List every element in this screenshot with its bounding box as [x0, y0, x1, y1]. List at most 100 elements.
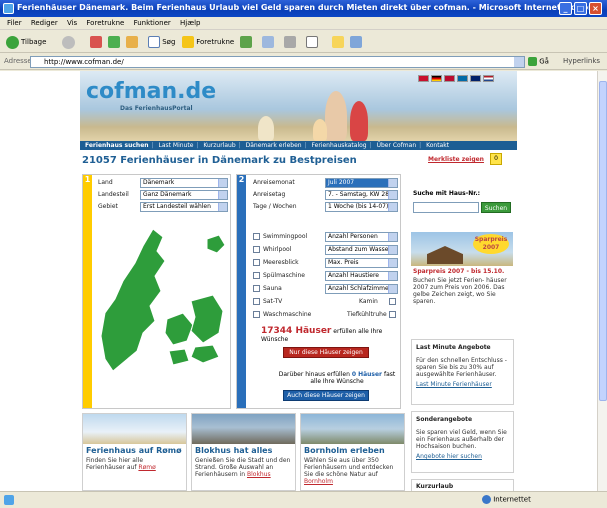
teaser-bornholm-link[interactable]: Bornholm: [304, 478, 333, 485]
mail-button[interactable]: [262, 34, 274, 50]
anreisetag-select[interactable]: 7. - Samstag, KW 28: [325, 190, 398, 200]
print-button[interactable]: [284, 34, 296, 50]
teaser-blokhus[interactable]: Blokhus hat alles Genießen Sie die Stadt…: [191, 413, 296, 491]
tage-wochen-select[interactable]: 1 Woche (bis 14-07): [325, 202, 398, 212]
sat-tv-label: Sat-TV: [263, 298, 283, 305]
teaser-bornholm[interactable]: Bornholm erleben Wählen Sie aus über 350…: [300, 413, 405, 491]
cofman-page: cofman.de Das FerienhausPortal Ferienhau…: [80, 71, 517, 491]
nav-kontakt[interactable]: Kontakt: [426, 142, 449, 149]
refresh-icon: [108, 36, 120, 48]
swimmingpool-checkbox[interactable]: [253, 233, 260, 240]
menu-vis[interactable]: Vis: [67, 17, 77, 30]
search-label: Søg: [162, 38, 176, 46]
site-logo[interactable]: cofman.de: [86, 79, 216, 104]
lastminute-link[interactable]: Last Minute Ferienhäuser: [416, 381, 509, 388]
sonderangebote-link[interactable]: Angebote hier suchen: [416, 453, 509, 460]
haus-nr-input[interactable]: [413, 202, 479, 213]
flag-nl-icon[interactable]: [483, 75, 494, 82]
flag-uk-icon[interactable]: [470, 75, 481, 82]
address-input[interactable]: http://www.cofman.de/: [30, 56, 525, 68]
stop-button[interactable]: [90, 34, 102, 50]
nav-ferienhauskatalog[interactable]: Ferienhauskatalog: [312, 142, 367, 149]
flag-dk-icon[interactable]: [418, 75, 429, 82]
site-logo-subtitle: Das FerienhausPortal: [120, 105, 193, 112]
favorites-button[interactable]: Foretrukne: [182, 34, 234, 50]
extra-count-prefix: Darüber hinaus erfüllen: [278, 371, 350, 378]
gebiet-select[interactable]: Erst Landesteil wählen: [140, 202, 228, 212]
links-button[interactable]: Hyperlinks: [563, 57, 600, 65]
kamin-label: Kamin: [359, 298, 378, 305]
haustiere-select[interactable]: Anzahl Haustiere: [325, 271, 398, 281]
address-bar: Adresse http://www.cofman.de/ Gå Hyperli…: [0, 54, 607, 70]
home-icon: [126, 36, 138, 48]
spuelmaschine-checkbox[interactable]: [253, 272, 260, 279]
minimize-button[interactable]: _: [559, 2, 572, 15]
menu-hjaelp[interactable]: Hjælp: [180, 17, 200, 30]
kurzurlaub-title: Kurzurlaub: [416, 483, 454, 490]
house-image: [427, 246, 463, 264]
back-button[interactable]: Tilbage: [6, 34, 46, 50]
sparpreis-title[interactable]: Sparpreis 2007 - bis 15.10.: [413, 268, 504, 275]
menu-filer[interactable]: Filer: [7, 17, 22, 30]
sauna-label: Sauna: [263, 285, 282, 292]
person-image: [350, 101, 368, 141]
nav-ferienhaus-suchen[interactable]: Ferienhaus suchen: [85, 142, 149, 149]
go-button[interactable]: Gå: [528, 57, 549, 66]
kamin-checkbox[interactable]: [389, 298, 396, 305]
auch-diese-haeuser-button[interactable]: Auch diese Häuser zeigen: [283, 390, 369, 401]
nav-last-minute[interactable]: Last Minute: [159, 142, 194, 149]
tiefkuehltruhe-checkbox[interactable]: [389, 311, 396, 318]
nav-kurzurlaub[interactable]: Kurzurlaub: [203, 142, 235, 149]
schlafzimmer-select[interactable]: Anzahl Schlafzimmer: [325, 284, 398, 294]
personen-select[interactable]: Anzahl Personen: [325, 232, 398, 242]
go-label: Gå: [539, 57, 549, 66]
anreisemonat-select[interactable]: Juli 2007: [325, 178, 398, 188]
land-select[interactable]: Dänemark: [140, 178, 228, 188]
home-button[interactable]: [126, 34, 138, 50]
messenger-icon: [350, 36, 362, 48]
nur-diese-haeuser-button[interactable]: Nur diese Häuser zeigen: [283, 347, 369, 358]
nav-ueber-cofman[interactable]: Über Cofman: [377, 142, 417, 149]
teaser-romo-link[interactable]: Rømø: [138, 464, 155, 471]
teaser-bornholm-title: Bornholm erleben: [304, 446, 385, 455]
refresh-button[interactable]: [108, 34, 120, 50]
merkliste-link[interactable]: Merkliste zeigen: [428, 156, 484, 163]
forward-button[interactable]: [62, 34, 77, 50]
suchen-button[interactable]: Suchen: [481, 202, 511, 213]
search-button[interactable]: Søg: [148, 34, 175, 50]
meeresblick-checkbox[interactable]: [253, 259, 260, 266]
menu-funktioner[interactable]: Funktioner: [134, 17, 171, 30]
nav-daenemark-erleben[interactable]: Dänemark erleben: [246, 142, 302, 149]
teaser-romo-body: Finden Sie hier alle Ferienhäuser auf: [86, 457, 144, 471]
whirlpool-label: Whirlpool: [263, 246, 292, 253]
teaser-blokhus-link[interactable]: Blokhus: [247, 471, 271, 478]
discuss-button[interactable]: [332, 34, 344, 50]
waschmaschine-label: Waschmaschine: [263, 311, 312, 318]
close-button[interactable]: ×: [589, 2, 602, 15]
flag-no-icon[interactable]: [444, 75, 455, 82]
extra-count: Darüber hinaus erfüllen 0 Häuser fast al…: [277, 371, 397, 385]
edit-button[interactable]: [306, 34, 318, 50]
teaser-romo[interactable]: Ferienhaus auf Rømø Finden Sie hier alle…: [82, 413, 187, 491]
sat-tv-checkbox[interactable]: [253, 298, 260, 305]
vertical-scrollbar[interactable]: [597, 71, 607, 491]
waschmaschine-checkbox[interactable]: [253, 311, 260, 318]
search-step-2: 2 Anreisemonat Juli 2007 Anreisetag 7. -…: [236, 174, 401, 409]
landesteil-select[interactable]: Ganz Dänemark: [140, 190, 228, 200]
bornholm-image: [301, 414, 404, 444]
sauna-checkbox[interactable]: [253, 285, 260, 292]
flag-de-icon[interactable]: [431, 75, 442, 82]
history-button[interactable]: [240, 34, 252, 50]
denmark-map[interactable]: [95, 221, 229, 401]
sparpreis-image[interactable]: Sparpreis 2007: [411, 232, 513, 266]
scrollbar-thumb[interactable]: [599, 81, 607, 401]
address-dropdown-icon[interactable]: [514, 57, 524, 67]
whirlpool-checkbox[interactable]: [253, 246, 260, 253]
menu-rediger[interactable]: Rediger: [31, 17, 58, 30]
abstand-wasser-select[interactable]: Abstand zum Wasser: [325, 245, 398, 255]
messenger-button[interactable]: [350, 34, 362, 50]
maximize-button[interactable]: □: [574, 2, 587, 15]
max-preis-select[interactable]: Max. Preis: [325, 258, 398, 268]
menu-foretrukne[interactable]: Foretrukne: [86, 17, 124, 30]
flag-se-icon[interactable]: [457, 75, 468, 82]
